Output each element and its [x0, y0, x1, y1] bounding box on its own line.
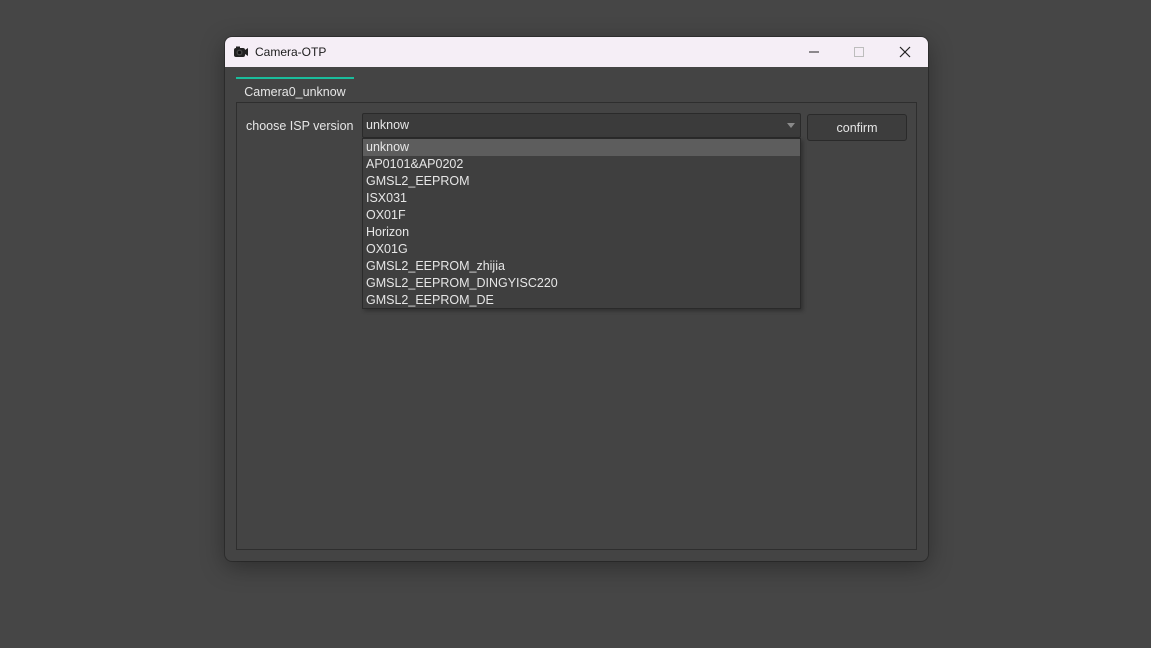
dropdown-option[interactable]: GMSL2_EEPROM_zhijia [363, 258, 800, 275]
chevron-down-icon [787, 123, 795, 128]
isp-version-label: choose ISP version [246, 119, 354, 133]
dropdown-option[interactable]: GMSL2_EEPROM_DE [363, 292, 800, 309]
dropdown-option[interactable]: unknow [363, 139, 800, 156]
isp-version-dropdown: unknow AP0101&AP0202 GMSL2_EEPROM ISX031… [362, 138, 801, 309]
title-bar[interactable]: Camera-OTP [225, 37, 928, 67]
maximize-button [836, 37, 882, 67]
camera-icon [233, 44, 249, 60]
dropdown-option[interactable]: OX01F [363, 207, 800, 224]
dropdown-option[interactable]: GMSL2_EEPROM_DINGYISC220 [363, 275, 800, 292]
app-window: Camera-OTP Camera0_unknow choose ISP ver… [225, 37, 928, 561]
close-icon [899, 46, 911, 58]
dropdown-option[interactable]: Horizon [363, 224, 800, 241]
isp-version-select[interactable]: unknow [362, 113, 801, 138]
dropdown-option[interactable]: OX01G [363, 241, 800, 258]
confirm-button[interactable]: confirm [807, 114, 907, 141]
isp-version-value: unknow [366, 118, 410, 132]
window-title: Camera-OTP [255, 45, 327, 59]
tab-camera0[interactable]: Camera0_unknow [236, 77, 354, 102]
close-button[interactable] [882, 37, 928, 67]
dropdown-option[interactable]: GMSL2_EEPROM [363, 173, 800, 190]
minimize-button[interactable] [791, 37, 837, 67]
dropdown-option[interactable]: AP0101&AP0202 [363, 156, 800, 173]
maximize-icon [854, 47, 864, 57]
dropdown-option[interactable]: ISX031 [363, 190, 800, 207]
minimize-icon [809, 51, 819, 53]
